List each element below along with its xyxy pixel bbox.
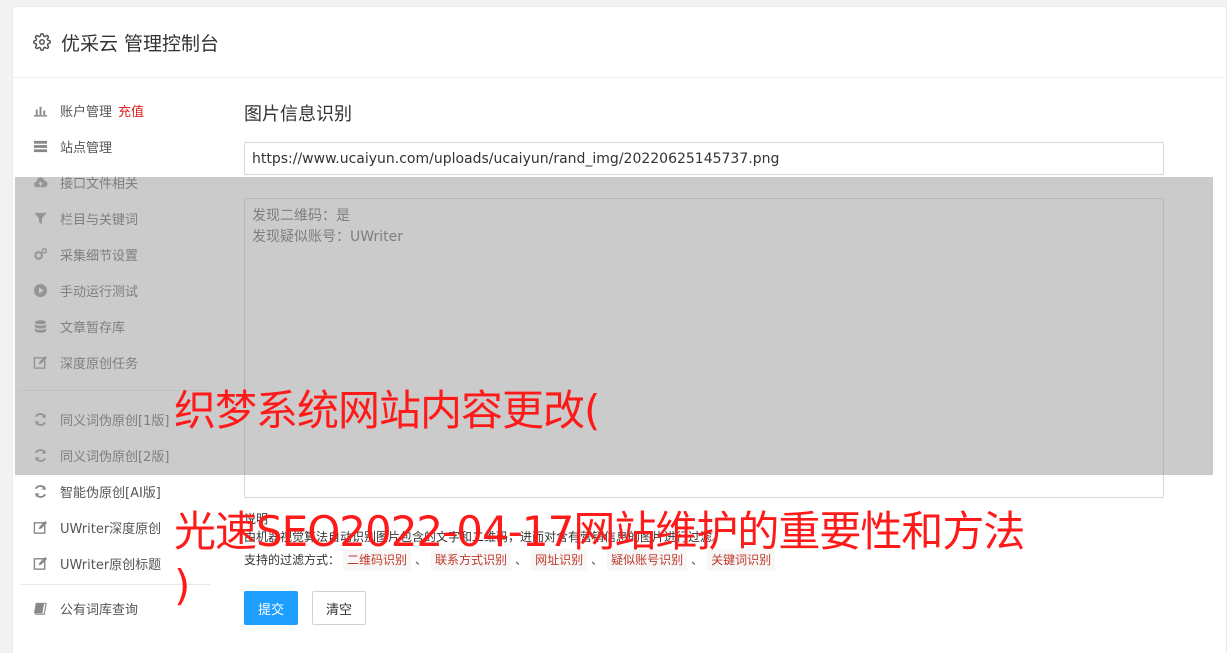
refresh-icon: [32, 483, 48, 499]
action-buttons: 提交 清空: [244, 591, 1166, 625]
bar-chart-icon: [32, 102, 48, 118]
edit-icon: [32, 519, 48, 535]
sidebar-item-article-store[interactable]: 文章暂存库: [20, 308, 210, 344]
sidebar-item-synonym-v2[interactable]: 同义词伪原创[2版]: [20, 437, 210, 473]
edit-icon: [32, 354, 48, 370]
gears-icon: [32, 246, 48, 262]
edit-icon: [32, 555, 48, 571]
filter-icon: [32, 210, 48, 226]
section-title: 图片信息识别: [244, 104, 352, 125]
sidebar-item-label: 手动运行测试: [60, 284, 139, 300]
sidebar-item-label: 公有词库查询: [60, 602, 139, 618]
result-textarea[interactable]: 发现二维码：是 发现疑似账号：UWriter: [244, 198, 1164, 498]
sidebar-item-label: 深度原创任务: [60, 356, 139, 372]
result-line: 发现疑似账号：UWriter: [252, 229, 403, 245]
play-icon: [32, 282, 48, 298]
sidebar-item-label: 接口文件相关: [60, 176, 139, 192]
sidebar-item-label: UWriter原创标题: [60, 557, 162, 573]
watermark-line: ): [174, 561, 190, 610]
sidebar-item-label: 站点管理: [60, 140, 113, 156]
sidebar-item-sites[interactable]: 站点管理: [20, 128, 210, 164]
watermark-line: 织梦系统网站内容更改(: [174, 386, 600, 435]
sidebar-item-deep-original-task[interactable]: 深度原创任务: [20, 344, 210, 380]
watermark-line: 光速SEO2022-04-17网站维护的重要性和方法: [174, 507, 1025, 556]
image-url-input[interactable]: [244, 142, 1164, 175]
book-icon: [32, 600, 48, 616]
sidebar-item-label: UWriter深度原创: [60, 521, 162, 537]
sidebar-item-api-files[interactable]: 接口文件相关: [20, 164, 210, 200]
refresh-icon: [32, 411, 48, 427]
sidebar-item-collect-settings[interactable]: 采集细节设置: [20, 236, 210, 272]
sidebar-item-account[interactable]: 账户管理 充值: [20, 92, 210, 128]
sidebar-item-manual-test[interactable]: 手动运行测试: [20, 272, 210, 308]
sidebar-item-label: 智能伪原创[AI版]: [60, 485, 161, 501]
clear-button[interactable]: 清空: [312, 591, 367, 625]
sidebar-item-label: 同义词伪原创[1版]: [60, 413, 170, 429]
sidebar-item-label: 账户管理: [60, 104, 113, 120]
page-title: 优采云 管理控制台: [61, 32, 220, 55]
gear-icon: [33, 33, 51, 51]
result-line: 发现二维码：是: [252, 208, 350, 224]
sidebar-item-label: 同义词伪原创[2版]: [60, 449, 170, 465]
database-icon: [32, 318, 48, 334]
sidebar-item-columns-keywords[interactable]: 栏目与关键词: [20, 200, 210, 236]
page-header: 优采云 管理控制台: [13, 7, 1226, 78]
server-icon: [32, 138, 48, 154]
submit-button[interactable]: 提交: [244, 591, 299, 625]
sidebar-item-label: 文章暂存库: [60, 320, 126, 336]
sidebar-item-label: 采集细节设置: [60, 248, 139, 264]
recharge-link[interactable]: 充值: [118, 101, 144, 120]
cloud-upload-icon: [32, 174, 48, 190]
refresh-icon: [32, 447, 48, 463]
sidebar-item-label: 栏目与关键词: [60, 212, 139, 228]
